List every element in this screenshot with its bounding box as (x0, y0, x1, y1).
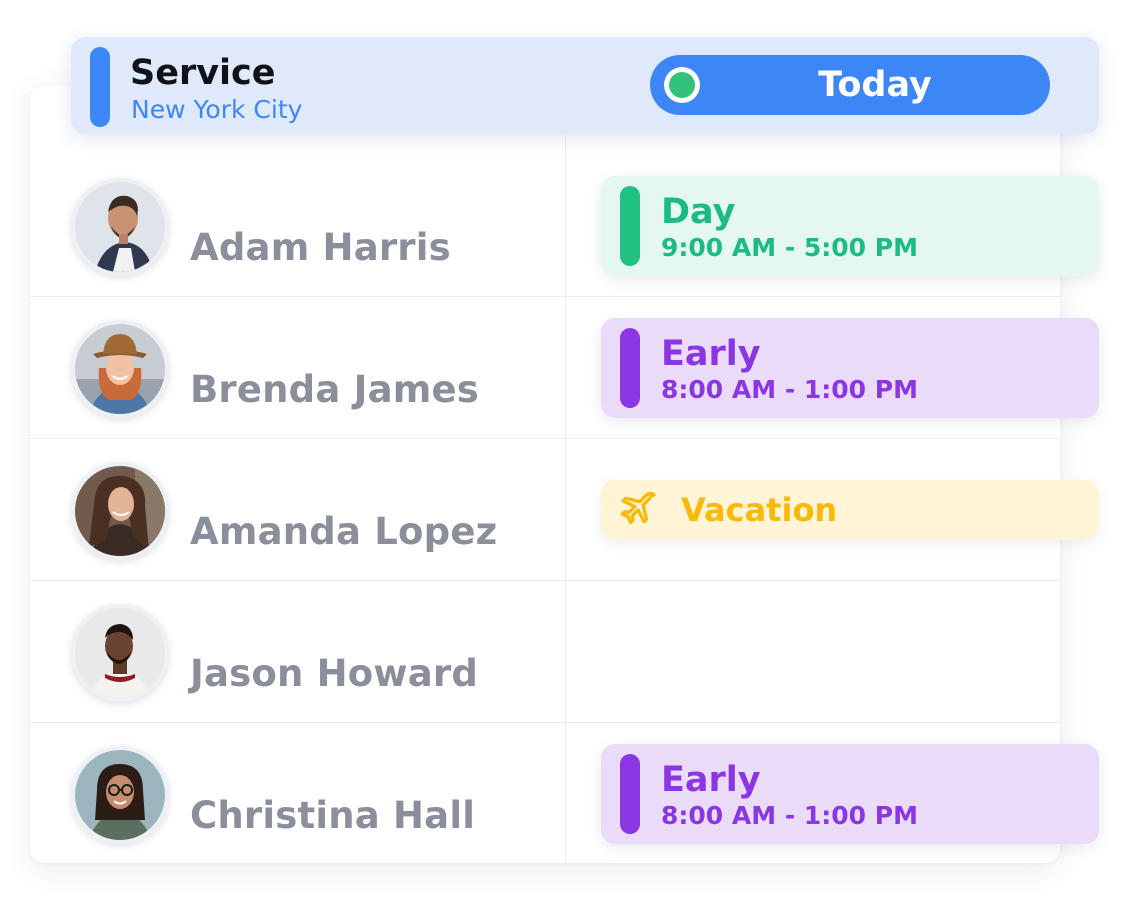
shift-color-bar (620, 754, 640, 834)
avatar (75, 324, 165, 414)
page-title: Service (130, 53, 276, 93)
avatar-frame (71, 746, 169, 844)
avatar (75, 750, 165, 840)
avatar-frame (71, 462, 169, 560)
shift-card-early[interactable]: Early 8:00 AM - 1:00 PM (601, 318, 1099, 418)
shift-color-bar (620, 186, 640, 266)
avatar-frame (71, 604, 169, 702)
airplane-icon (619, 490, 659, 530)
service-header: Service New York City Today (71, 37, 1099, 134)
avatar (75, 466, 165, 556)
avatar (75, 608, 165, 698)
shift-card-early[interactable]: Early 8:00 AM - 1:00 PM (601, 744, 1099, 844)
today-label: Today (818, 65, 932, 105)
avatar-frame (71, 320, 169, 418)
location-label: New York City (131, 95, 303, 124)
vacation-card[interactable]: Vacation (601, 480, 1099, 540)
avatar (75, 182, 165, 272)
employee-name: Amanda Lopez (190, 510, 498, 553)
employee-name: Adam Harris (190, 226, 451, 269)
shift-color-bar (620, 328, 640, 408)
shift-title: Early (661, 334, 761, 374)
shift-title: Early (661, 760, 761, 800)
shift-time: 8:00 AM - 1:00 PM (661, 375, 918, 404)
employee-name: Christina Hall (190, 794, 476, 837)
shift-card-day[interactable]: Day 9:00 AM - 5:00 PM (601, 176, 1099, 276)
employee-row-jason-howard[interactable]: Jason Howard (30, 581, 1060, 723)
employee-name: Brenda James (190, 368, 480, 411)
shift-time: 9:00 AM - 5:00 PM (661, 233, 918, 262)
status-dot-icon (664, 67, 700, 103)
shift-title: Day (661, 192, 736, 232)
today-button[interactable]: Today (650, 55, 1050, 115)
vacation-label: Vacation (681, 491, 838, 529)
employee-name: Jason Howard (190, 652, 479, 695)
shift-time: 8:00 AM - 1:00 PM (661, 801, 918, 830)
schedule-widget: Adam Harris Brenda James Amanda Lopez Ja… (0, 0, 1136, 904)
header-accent-bar (90, 47, 110, 127)
avatar-frame (71, 178, 169, 276)
